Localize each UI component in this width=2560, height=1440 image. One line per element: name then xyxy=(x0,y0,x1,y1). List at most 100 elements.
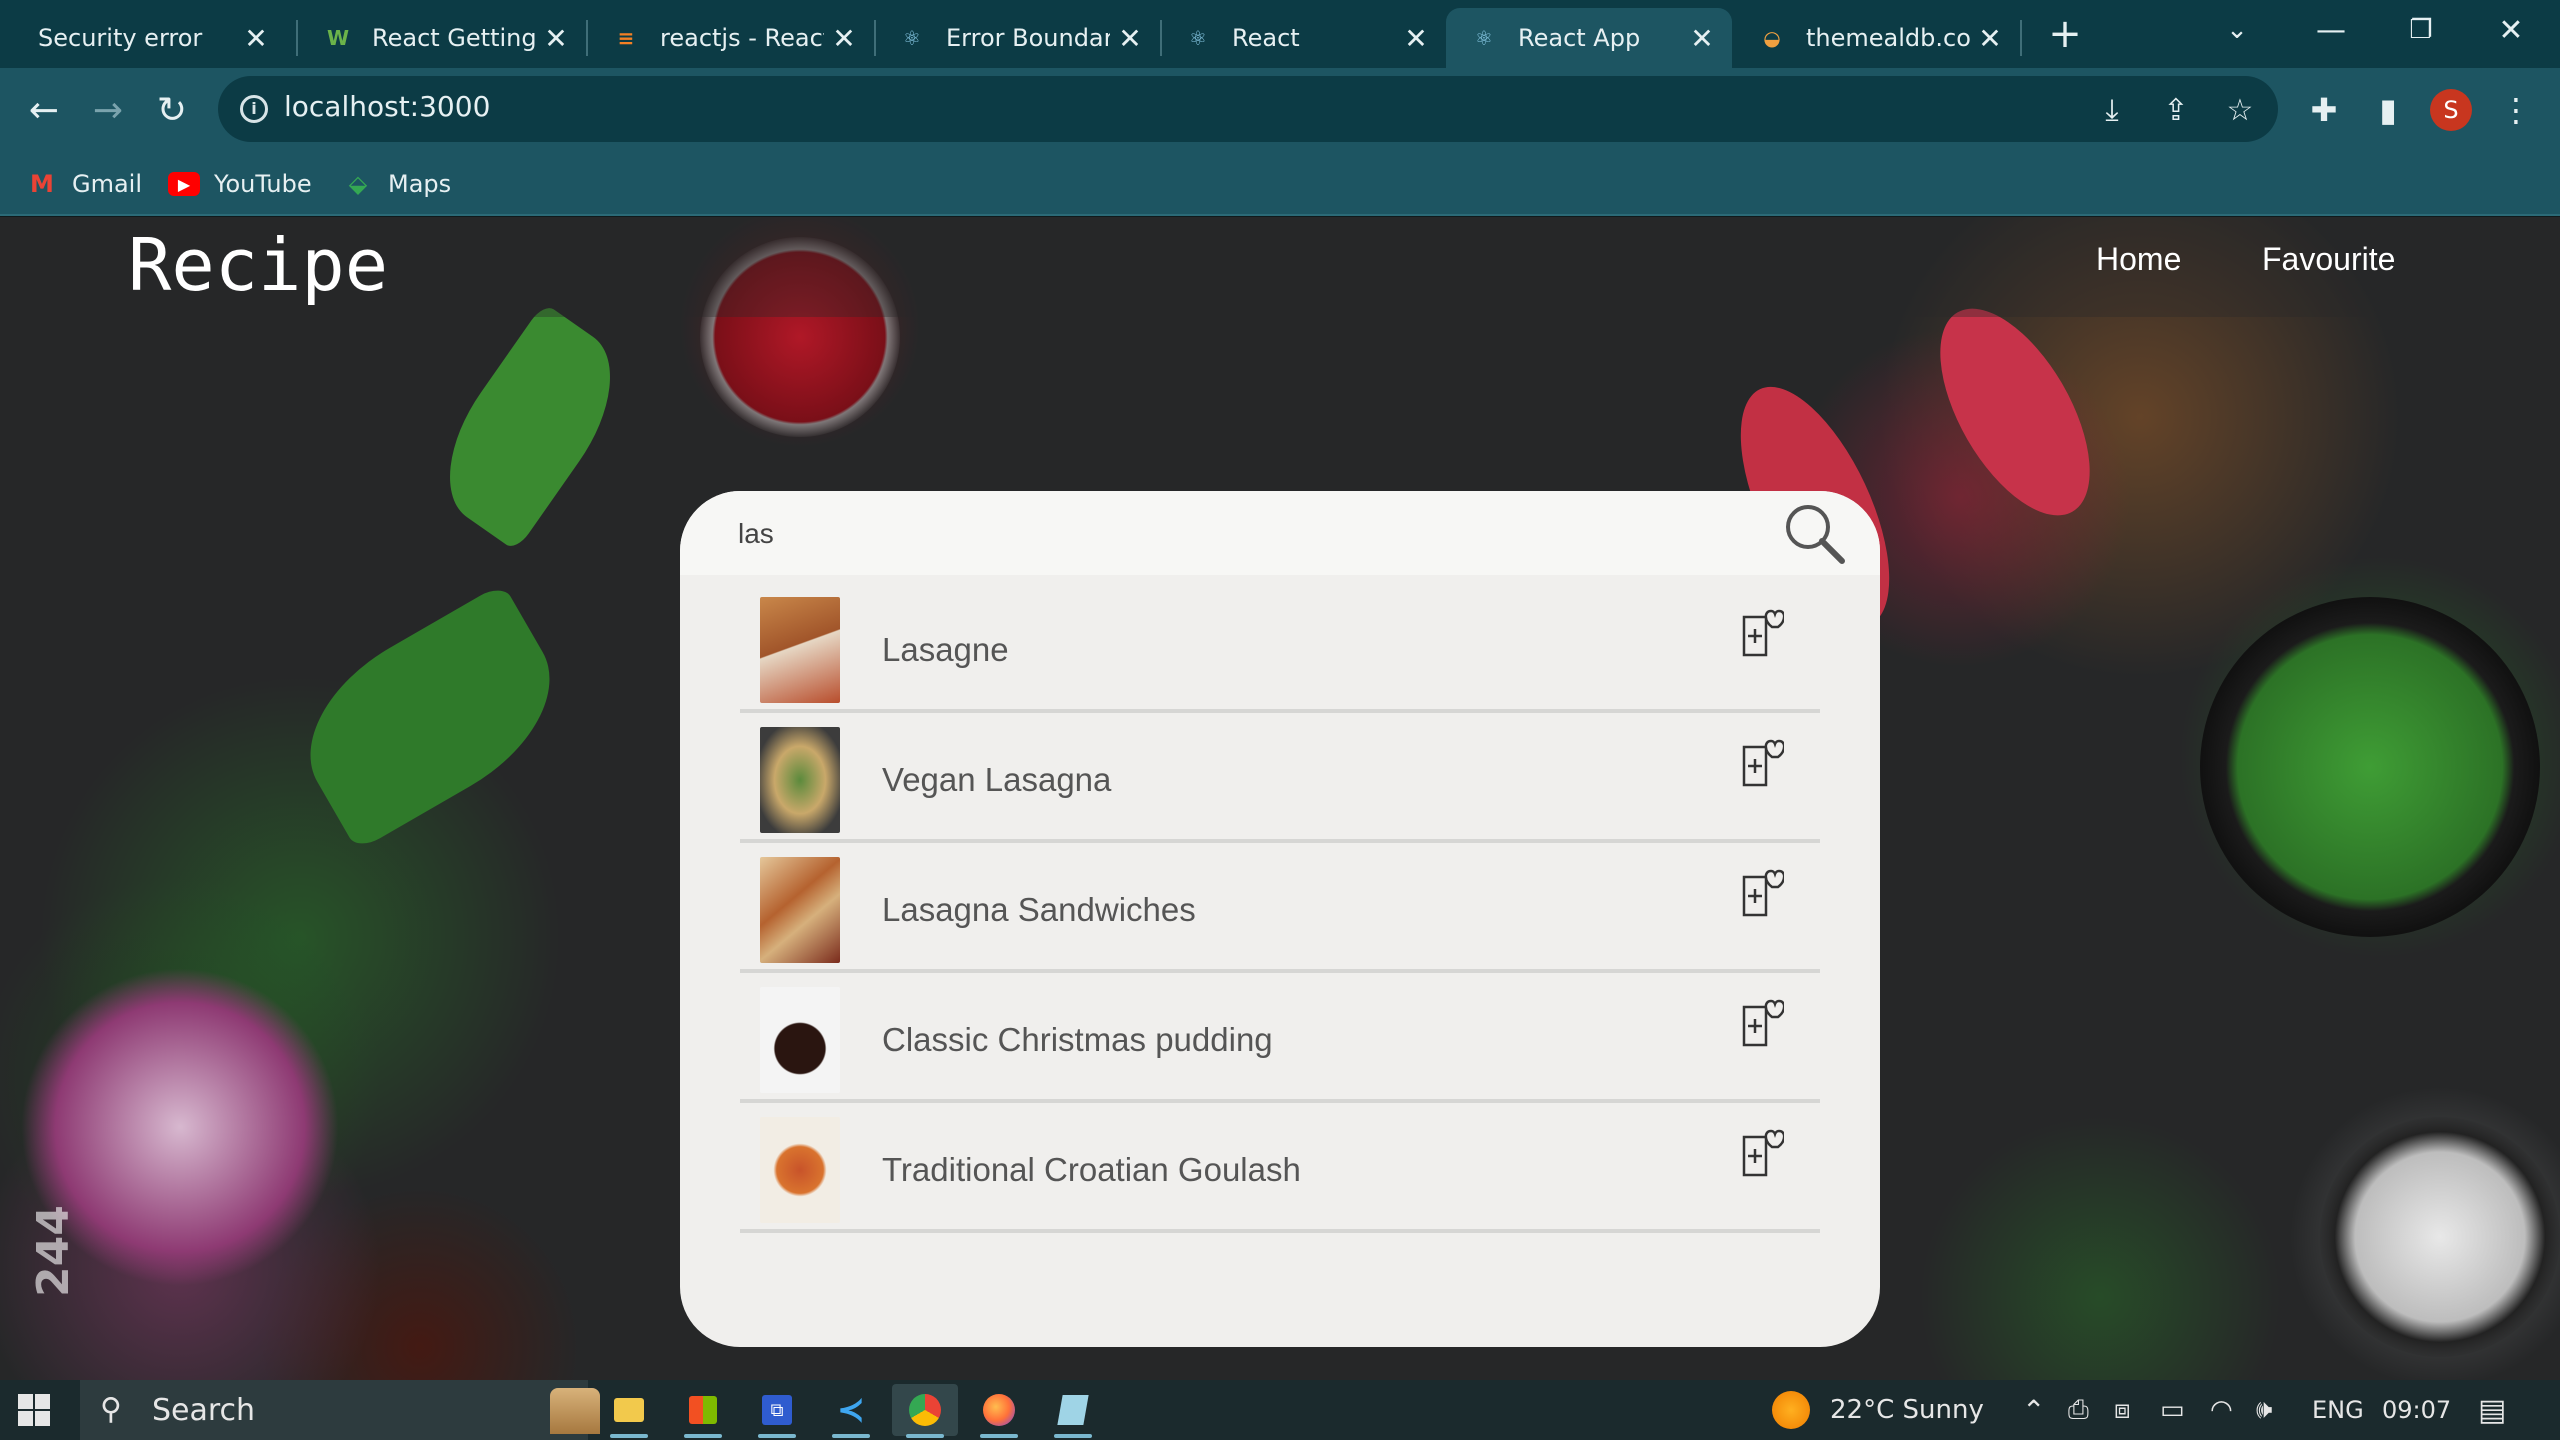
file-explorer-app[interactable] xyxy=(596,1384,662,1438)
youtube-icon: ▶ xyxy=(168,172,200,196)
close-tab-icon[interactable]: ✕ xyxy=(236,22,276,55)
close-tab-icon[interactable]: ✕ xyxy=(824,22,864,55)
search-icon[interactable] xyxy=(1778,497,1850,569)
tab-title: React App xyxy=(1518,24,1641,52)
close-tab-icon[interactable]: ✕ xyxy=(1970,22,2010,55)
add-favourite-icon[interactable] xyxy=(1740,1127,1784,1179)
close-window-button[interactable]: ✕ xyxy=(2466,0,2556,60)
tab-reactjs[interactable]: ≡ reactjs - React ✕ xyxy=(588,8,874,68)
site-info-icon[interactable]: i xyxy=(240,95,268,123)
app-header: Recipe Home Favourite xyxy=(0,217,2560,317)
recipe-name: Traditional Croatian Goulash xyxy=(882,1151,1301,1188)
close-tab-icon[interactable]: ✕ xyxy=(1682,22,1722,55)
recipe-name: Lasagna Sandwiches xyxy=(882,891,1196,928)
add-favourite-icon[interactable] xyxy=(1740,607,1784,659)
bookmark-star-icon[interactable]: ☆ xyxy=(2220,90,2260,130)
close-tab-icon[interactable]: ✕ xyxy=(536,22,576,55)
weather-widget[interactable]: 22°C Sunny xyxy=(1772,1380,1984,1440)
react-icon: ⚛ xyxy=(1189,26,1207,50)
show-hidden-icons-chevron-icon[interactable]: ⌃ xyxy=(2022,1380,2045,1440)
back-button[interactable]: ← xyxy=(18,84,70,136)
search-bar xyxy=(680,491,1880,575)
store-icon xyxy=(689,1396,717,1424)
windows-taskbar: ⚲ Search ⧉ ≺ 22°C Sunny ⌃ ⎙ ⧈ ▭ ◠ 🕪 ENG … xyxy=(0,1380,2560,1440)
restore-button[interactable]: ❐ xyxy=(2376,0,2466,60)
add-favourite-icon[interactable] xyxy=(1740,997,1784,1049)
visual-studio-app[interactable]: ⧉ xyxy=(744,1384,810,1438)
tab-themealdb[interactable]: ◒ themealdb.co ✕ xyxy=(1734,8,2020,68)
wifi-icon[interactable]: ◠ xyxy=(2210,1380,2233,1440)
firefox-app[interactable] xyxy=(966,1384,1032,1438)
windows-start-icon[interactable] xyxy=(18,1394,50,1426)
nav-favourite-link[interactable]: Favourite xyxy=(2262,241,2395,278)
recipe-result-row[interactable]: Classic Christmas pudding xyxy=(740,973,1820,1103)
screen-capture-icon[interactable]: ⧈ xyxy=(2114,1380,2131,1440)
minimize-button[interactable]: — xyxy=(2286,0,2376,60)
notepad-icon xyxy=(1057,1395,1089,1425)
react-icon: ⚛ xyxy=(1475,26,1493,50)
chrome-app[interactable] xyxy=(892,1384,958,1438)
nav-home-link[interactable]: Home xyxy=(2096,241,2181,278)
radish-image xyxy=(1909,284,2121,540)
firefox-icon xyxy=(983,1394,1015,1426)
search-input[interactable] xyxy=(738,509,1738,559)
reload-button[interactable]: ↻ xyxy=(146,84,198,136)
notepad-app[interactable] xyxy=(1040,1384,1106,1438)
tab-react-app[interactable]: ⚛ React App ✕ xyxy=(1446,8,1732,68)
address-bar[interactable]: i localhost:3000 ⤓ ⇪ ☆ xyxy=(218,76,2278,142)
recipe-thumbnail xyxy=(760,857,840,963)
microsoft-store-app[interactable] xyxy=(670,1384,736,1438)
taskbar-search-label: Search xyxy=(152,1392,256,1428)
tab-react-getting[interactable]: W React Getting ✕ xyxy=(300,8,586,68)
vscode-app[interactable]: ≺ xyxy=(818,1384,884,1438)
taskbar-search-box[interactable]: ⚲ Search xyxy=(80,1380,600,1440)
recipe-thumbnail xyxy=(760,1117,840,1223)
tab-error-boundary[interactable]: ⚛ Error Boundar ✕ xyxy=(874,8,1160,68)
bookmark-youtube[interactable]: ▶ YouTube xyxy=(168,164,312,204)
install-app-icon[interactable]: ⤓ xyxy=(2092,90,2132,130)
search-highlight-image xyxy=(550,1388,600,1434)
recipe-result-row[interactable]: Lasagne xyxy=(740,583,1820,713)
tab-title: reactjs - React xyxy=(660,24,824,52)
green-onion-pan-image xyxy=(2200,597,2540,937)
recipe-name: Lasagne xyxy=(882,631,1009,668)
watermark-text: 244 xyxy=(28,1205,79,1297)
forward-button[interactable]: → xyxy=(82,84,134,136)
recipe-name: Classic Christmas pudding xyxy=(882,1021,1273,1058)
language-indicator[interactable]: ENG xyxy=(2312,1380,2364,1440)
side-panel-icon[interactable]: ▮ xyxy=(2362,84,2414,136)
recipe-thumbnail xyxy=(760,597,840,703)
clock[interactable]: 09:07 xyxy=(2382,1380,2451,1440)
notifications-icon[interactable]: ▤ xyxy=(2478,1380,2506,1440)
new-tab-button[interactable]: + xyxy=(2020,4,2110,64)
recipe-result-row[interactable]: Lasagna Sandwiches xyxy=(740,843,1820,973)
search-icon: ⚲ xyxy=(100,1392,122,1427)
tab-security-error[interactable]: Security error ✕ xyxy=(0,8,286,68)
share-icon[interactable]: ⇪ xyxy=(2156,90,2196,130)
close-tab-icon[interactable]: ✕ xyxy=(1110,22,1150,55)
battery-icon[interactable]: ▭ xyxy=(2160,1380,2185,1440)
mealdb-icon: ◒ xyxy=(1763,26,1781,50)
tab-search-chevron-icon[interactable]: ⌄ xyxy=(2192,0,2282,60)
bookmark-maps[interactable]: ⬙ Maps xyxy=(342,164,451,204)
volume-icon[interactable]: 🕪 xyxy=(2256,1380,2272,1440)
recipe-result-row[interactable]: Vegan Lasagna xyxy=(740,713,1820,843)
tab-title: Error Boundar xyxy=(946,24,1110,52)
add-favourite-icon[interactable] xyxy=(1740,737,1784,789)
menu-icon[interactable]: ⋮ xyxy=(2490,84,2542,136)
chrome-icon xyxy=(909,1394,941,1426)
recipe-thumbnail xyxy=(760,727,840,833)
bookmark-gmail[interactable]: M Gmail xyxy=(26,164,142,204)
add-favourite-icon[interactable] xyxy=(1740,867,1784,919)
bookmark-label: YouTube xyxy=(214,170,312,198)
meet-now-icon[interactable]: ⎙ xyxy=(2068,1380,2089,1440)
url-text: localhost:3000 xyxy=(284,90,491,123)
tab-react[interactable]: ⚛ React ✕ xyxy=(1160,8,1446,68)
tab-title: themealdb.co xyxy=(1806,24,1970,52)
search-card: Lasagne Vegan Lasagna Lasagna Sandwiches xyxy=(680,491,1880,1347)
extensions-icon[interactable]: ✚ xyxy=(2298,84,2350,136)
close-tab-icon[interactable]: ✕ xyxy=(1396,22,1436,55)
profile-avatar[interactable]: S xyxy=(2430,89,2472,131)
maps-icon: ⬙ xyxy=(348,170,368,198)
recipe-result-row[interactable]: Traditional Croatian Goulash xyxy=(740,1103,1820,1233)
